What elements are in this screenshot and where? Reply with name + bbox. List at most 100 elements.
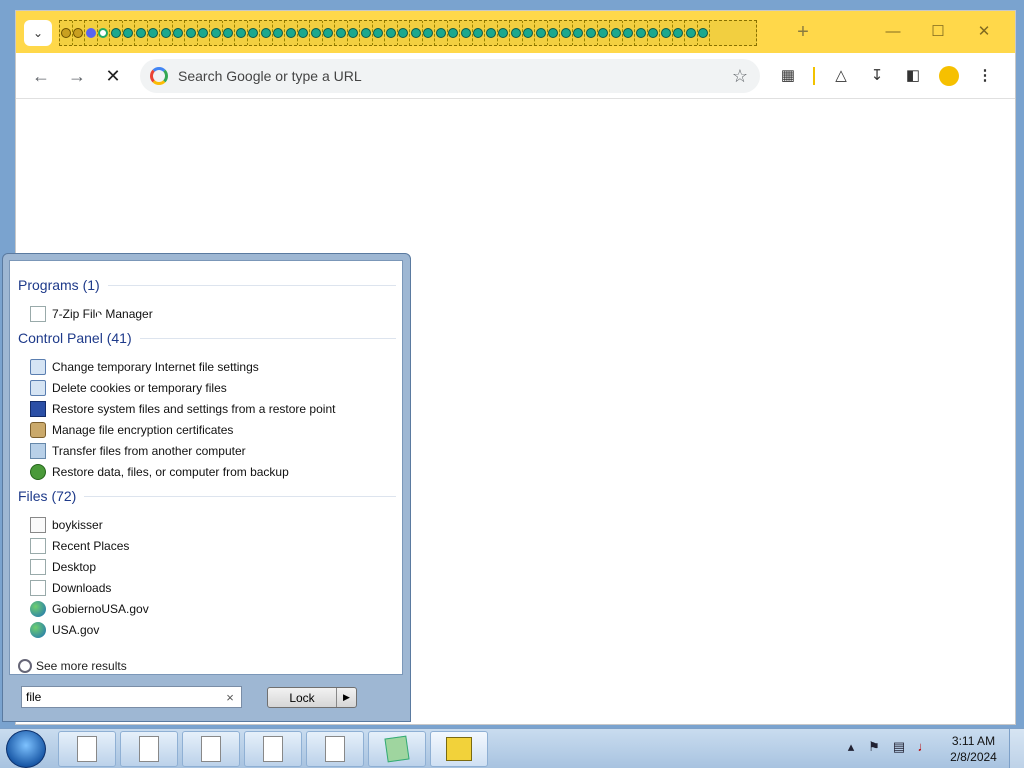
- browser-tab[interactable]: [585, 21, 598, 45]
- stop-button[interactable]: ✕: [102, 65, 124, 87]
- taskbar-app-document-2[interactable]: [120, 731, 178, 767]
- browser-tab[interactable]: [210, 21, 223, 45]
- taskbar-app-document-4[interactable]: [244, 731, 302, 767]
- taskbar-app-document-1[interactable]: [58, 731, 116, 767]
- system-clock[interactable]: 3:11 AM 2/8/2024: [946, 733, 1001, 765]
- browser-tab[interactable]: [85, 21, 98, 45]
- browser-tab[interactable]: [498, 21, 510, 45]
- browser-tab[interactable]: [335, 21, 348, 45]
- browser-tab[interactable]: [460, 21, 473, 45]
- profile-avatar[interactable]: [939, 66, 959, 86]
- browser-tab[interactable]: [610, 21, 623, 45]
- back-button[interactable]: ←: [30, 65, 52, 87]
- start-search-input[interactable]: file ×: [21, 686, 242, 708]
- result-item[interactable]: Change temporary Internet file settings: [30, 357, 390, 377]
- browser-tab[interactable]: [235, 21, 248, 45]
- browser-tab[interactable]: [535, 21, 548, 45]
- browser-tab[interactable]: [635, 21, 648, 45]
- browser-tab[interactable]: [510, 21, 523, 45]
- result-item[interactable]: Restore system files and settings from a…: [30, 399, 390, 419]
- browser-tab[interactable]: [323, 21, 335, 45]
- browser-tab[interactable]: [173, 21, 185, 45]
- browser-tab[interactable]: [660, 21, 673, 45]
- result-item[interactable]: Manage file encryption certificates: [30, 420, 390, 440]
- forward-button[interactable]: →: [66, 65, 88, 87]
- browser-tab[interactable]: [273, 21, 285, 45]
- taskbar-app-document-3[interactable]: [182, 731, 240, 767]
- browser-tab[interactable]: [598, 21, 610, 45]
- result-item[interactable]: Restore data, files, or computer from ba…: [30, 462, 390, 482]
- browser-tab[interactable]: [285, 21, 298, 45]
- result-item[interactable]: Transfer files from another computer: [30, 441, 390, 461]
- taskbar-app-monitor[interactable]: [430, 731, 488, 767]
- taskbar-app-document-5[interactable]: [306, 731, 364, 767]
- result-item[interactable]: USA.gov: [30, 620, 390, 640]
- browser-tab[interactable]: [223, 21, 235, 45]
- volume-muted-icon[interactable]: ♩: [916, 739, 932, 755]
- close-button[interactable]: ✕: [969, 21, 999, 43]
- browser-tab[interactable]: [135, 21, 148, 45]
- minimize-button[interactable]: —: [878, 21, 908, 43]
- maximize-button[interactable]: ☐: [923, 21, 953, 43]
- browser-tab[interactable]: [260, 21, 273, 45]
- result-item[interactable]: Recent Places: [30, 536, 390, 556]
- browser-tab[interactable]: [310, 21, 323, 45]
- browser-tab[interactable]: [373, 21, 385, 45]
- browser-tab[interactable]: [398, 21, 410, 45]
- browser-tab[interactable]: [448, 21, 460, 45]
- browser-tab[interactable]: [698, 21, 710, 45]
- browser-tab[interactable]: [198, 21, 210, 45]
- start-button[interactable]: [6, 730, 46, 768]
- browser-tab[interactable]: [123, 21, 135, 45]
- browser-tab[interactable]: [423, 21, 435, 45]
- extensions-icon[interactable]: ▦: [777, 65, 799, 87]
- browser-tab[interactable]: [160, 21, 173, 45]
- browser-tab[interactable]: [548, 21, 560, 45]
- labs-flask-icon[interactable]: △: [830, 65, 852, 87]
- action-center-flag-icon[interactable]: ⚑: [866, 739, 882, 755]
- browser-tab[interactable]: [623, 21, 635, 45]
- browser-tab[interactable]: [485, 21, 498, 45]
- browser-tab[interactable]: [73, 21, 85, 45]
- browser-tab[interactable]: [523, 21, 535, 45]
- lock-button[interactable]: Lock ▶: [267, 687, 357, 708]
- browser-tab[interactable]: [148, 21, 160, 45]
- result-item[interactable]: Desktop: [30, 557, 390, 577]
- browser-tab[interactable]: [248, 21, 260, 45]
- menu-kebab-icon[interactable]: ⋮: [974, 65, 996, 87]
- side-panel-icon[interactable]: ◧: [902, 65, 924, 87]
- browser-tab[interactable]: [573, 21, 585, 45]
- browser-tab[interactable]: [673, 21, 685, 45]
- browser-tab[interactable]: [98, 21, 110, 45]
- browser-tab[interactable]: [298, 21, 310, 45]
- browser-tab[interactable]: [473, 21, 485, 45]
- browser-tab[interactable]: [560, 21, 573, 45]
- download-icon[interactable]: ↧: [866, 65, 888, 87]
- browser-tab[interactable]: [360, 21, 373, 45]
- show-desktop-button[interactable]: [1009, 729, 1024, 768]
- browser-tab[interactable]: [685, 21, 698, 45]
- new-tab-button[interactable]: +: [792, 22, 814, 44]
- lock-options-arrow-icon[interactable]: ▶: [336, 688, 356, 707]
- result-item[interactable]: boykisser: [30, 515, 390, 535]
- bookmark-star-icon[interactable]: ☆: [730, 66, 750, 87]
- browser-tab[interactable]: [648, 21, 660, 45]
- browser-tab[interactable]: [410, 21, 423, 45]
- browser-tab[interactable]: [185, 21, 198, 45]
- network-icon[interactable]: ▤: [891, 739, 907, 755]
- result-item[interactable]: Delete cookies or temporary files: [30, 378, 390, 398]
- see-more-results-link[interactable]: See more results: [18, 659, 127, 673]
- result-item[interactable]: GobiernoUSA.gov: [30, 599, 390, 619]
- tab-search-button[interactable]: ⌄: [24, 20, 52, 46]
- result-item[interactable]: 7-Zip File Manager: [30, 304, 390, 324]
- taskbar-app-notepad[interactable]: [368, 731, 426, 767]
- address-bar[interactable]: Search Google or type a URL ☆: [140, 59, 760, 93]
- show-hidden-icons-icon[interactable]: ▴: [843, 739, 859, 755]
- clear-search-icon[interactable]: ×: [223, 690, 237, 705]
- browser-tab[interactable]: [110, 21, 123, 45]
- browser-tab[interactable]: [60, 21, 73, 45]
- result-item[interactable]: Downloads: [30, 578, 390, 598]
- browser-tab[interactable]: [435, 21, 448, 45]
- browser-tab[interactable]: [348, 21, 360, 45]
- browser-tab[interactable]: [385, 21, 398, 45]
